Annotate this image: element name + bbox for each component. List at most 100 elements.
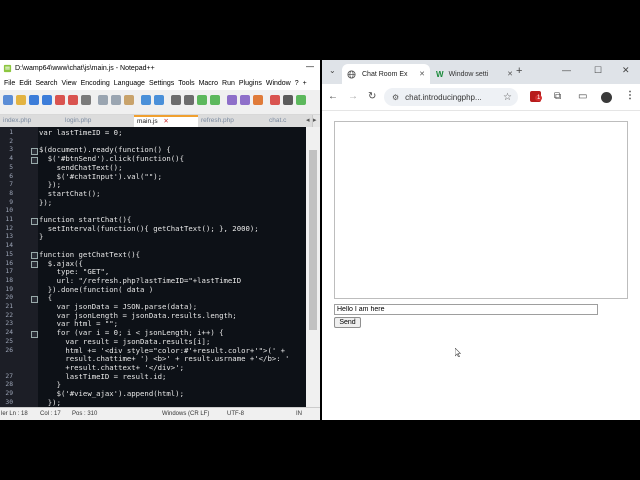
menu-view[interactable]: View	[62, 80, 77, 87]
status-column: Col : 17	[40, 411, 61, 417]
menu-language[interactable]: Language	[114, 80, 145, 87]
zoom-in-icon[interactable]	[197, 95, 207, 105]
fold-marker-icon[interactable]	[31, 261, 38, 268]
fold-marker-icon[interactable]	[31, 330, 38, 338]
save-all-icon[interactable]	[42, 95, 52, 105]
play-macro-icon[interactable]	[296, 95, 306, 105]
star-icon[interactable]: ☆	[503, 92, 512, 103]
line-number: 21	[5, 303, 13, 310]
notepadpp-minimize-button[interactable]: —	[306, 62, 314, 71]
chrome-tab-title: Window setti	[448, 70, 489, 78]
editor-scrollbar-thumb[interactable]	[309, 150, 317, 330]
stop-macro-icon[interactable]	[283, 95, 293, 105]
cut-icon[interactable]	[98, 95, 108, 105]
tab-scroll-right-icon[interactable]: ▸	[313, 116, 317, 124]
tab-search-icon[interactable]: ⌄	[329, 67, 336, 75]
line-number: 3	[9, 146, 13, 154]
line-number: 13	[5, 233, 13, 241]
code-line: });	[39, 397, 61, 407]
close-file-icon[interactable]	[55, 95, 65, 105]
line-number: 22	[5, 311, 13, 319]
line-number: 18	[5, 276, 13, 284]
line-number: 5	[9, 163, 13, 171]
reload-icon[interactable]: ↻	[368, 92, 376, 102]
status-eol: Windows (CR LF)	[162, 411, 210, 417]
notepadpp-logo-icon	[3, 64, 12, 72]
menu-file[interactable]: File	[4, 80, 15, 87]
line-number: 1	[9, 129, 13, 136]
puzzle-icon[interactable]: ⧉	[554, 92, 561, 102]
code-line: type: "GET",	[39, 267, 110, 277]
menu-edit[interactable]: Edit	[19, 80, 31, 87]
status-position: Pos : 310	[72, 411, 98, 417]
redo-icon[interactable]	[154, 95, 164, 105]
chrome-window: ⌄ Chat Room Ex ✕ W Window setti ✕ + — ☐ …	[322, 60, 640, 420]
tab-login-php[interactable]: login.php	[62, 115, 135, 127]
menu-icon[interactable]: ⋮	[625, 91, 635, 101]
maximize-button[interactable]: ☐	[594, 66, 602, 75]
tab-index-php[interactable]: index.php	[0, 115, 63, 127]
forward-icon[interactable]: →	[348, 92, 358, 102]
close-window-button[interactable]: ✕	[622, 66, 630, 75]
code-line: var lastTimeID = 0;	[39, 128, 123, 137]
copy-icon[interactable]	[111, 95, 121, 105]
paste-icon[interactable]	[124, 95, 134, 105]
close-all-icon[interactable]	[68, 95, 78, 105]
sidebar-icon[interactable]: ▭	[578, 92, 587, 102]
chrome-tab-window-settings[interactable]: W Window setti ✕	[432, 64, 518, 84]
menu-search[interactable]: Search	[35, 80, 57, 87]
menu-run[interactable]: Run	[222, 80, 235, 87]
code-line: $('#view_ajax').append(html);	[39, 389, 184, 398]
replace-icon[interactable]	[184, 95, 194, 105]
fold-marker-icon[interactable]	[31, 156, 38, 164]
line-number: 2	[9, 137, 13, 145]
tab-refresh-php[interactable]: refresh.php	[198, 115, 267, 127]
zoom-out-icon[interactable]	[210, 95, 220, 105]
code-line: +result.chattext+ '</div>';	[39, 362, 184, 372]
omnibox[interactable]: ⚙ chat.introducingphp... ☆	[384, 88, 518, 106]
menu-more[interactable]: +	[303, 80, 307, 87]
new-file-icon[interactable]	[3, 95, 13, 105]
notepadpp-window: D:\wamp64\www\chat\js\main.js - Notepad+…	[0, 60, 320, 420]
new-tab-button[interactable]: +	[516, 66, 522, 77]
w-logo-icon: W	[436, 69, 444, 79]
fold-marker-icon[interactable]	[31, 147, 38, 155]
omnibox-url: chat.introducingphp...	[405, 92, 482, 102]
menu-window[interactable]: Window	[266, 80, 291, 87]
fold-marker-icon[interactable]	[31, 295, 38, 303]
menu-tools[interactable]: Tools	[178, 80, 194, 87]
menu-encoding[interactable]: Encoding	[81, 80, 110, 87]
fold-marker-icon[interactable]	[31, 217, 38, 225]
close-tab-icon[interactable]: ✕	[419, 70, 425, 78]
menu-plugins[interactable]: Plugins	[239, 80, 262, 87]
chat-input[interactable]	[334, 304, 598, 315]
site-info-icon[interactable]: ⚙	[392, 93, 399, 102]
profile-icon[interactable]	[601, 92, 612, 103]
back-icon[interactable]: ←	[328, 92, 338, 102]
print-icon[interactable]	[81, 95, 91, 105]
menu-settings[interactable]: Settings	[149, 80, 174, 87]
chrome-tab-chat-room[interactable]: Chat Room Ex ✕	[342, 64, 430, 84]
globe-icon	[347, 69, 356, 79]
tab-scroll-left-icon[interactable]: ◂	[306, 116, 310, 124]
open-file-icon[interactable]	[16, 95, 26, 105]
indent-guide-icon[interactable]	[253, 95, 263, 105]
send-button[interactable]: Send	[334, 317, 361, 328]
save-icon[interactable]	[29, 95, 39, 105]
fold-marker-icon[interactable]	[31, 252, 38, 260]
code-line: var html = "";	[39, 319, 119, 329]
word-wrap-icon[interactable]	[240, 95, 250, 105]
minimize-button[interactable]: —	[562, 66, 571, 75]
find-icon[interactable]	[171, 95, 181, 105]
menu-help[interactable]: ?	[295, 80, 299, 87]
code-line: $('#chatInput').val("");	[39, 171, 163, 181]
tab-close-icon[interactable]: ✕	[163, 118, 168, 125]
status-encoding: UTF-8	[227, 411, 244, 417]
code-editor[interactable]: var lastTimeID = 0; $(document).ready(fun…	[38, 127, 306, 409]
undo-icon[interactable]	[141, 95, 151, 105]
close-tab-icon[interactable]: ✕	[507, 70, 513, 78]
line-number: 11	[5, 216, 13, 223]
menu-macro[interactable]: Macro	[199, 80, 218, 87]
sync-scroll-icon[interactable]	[227, 95, 237, 105]
record-macro-icon[interactable]	[270, 95, 280, 105]
